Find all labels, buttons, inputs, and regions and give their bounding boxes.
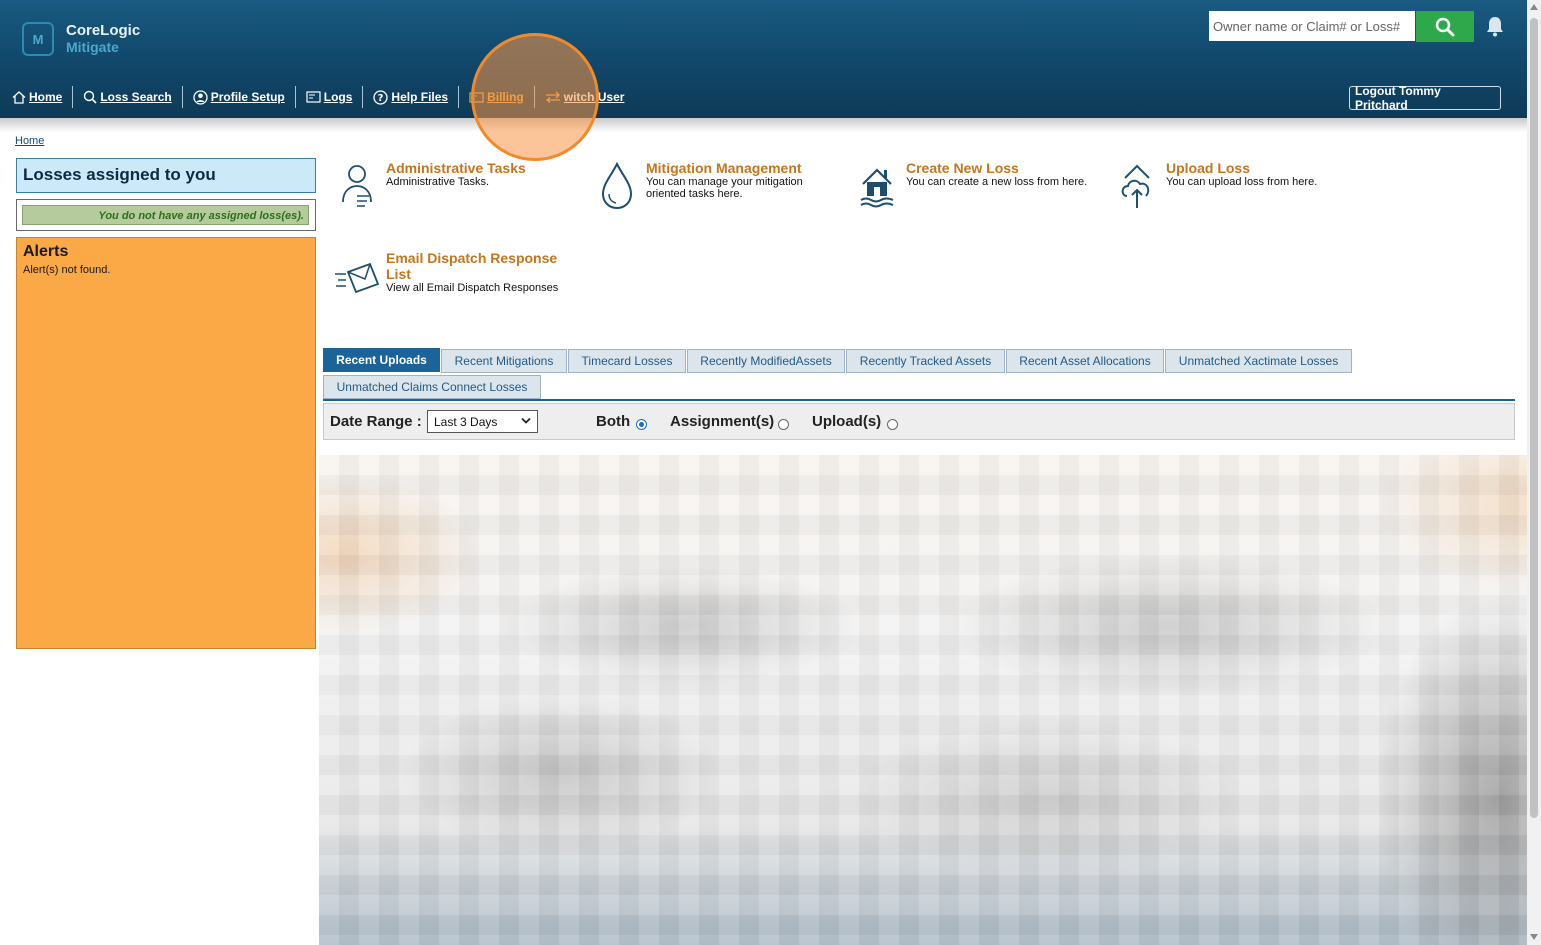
corelogic-logo[interactable]: M CoreLogic Mitigate	[22, 22, 140, 56]
tile-desc: You can manage your mitigation oriented …	[646, 176, 803, 200]
search-icon	[1435, 17, 1455, 36]
alerts-title: Alerts	[23, 243, 69, 260]
bell-icon	[1487, 17, 1503, 37]
blurred-content-area	[319, 455, 1533, 945]
breadcrumb-home[interactable]: Home	[15, 135, 44, 147]
tile-mitigation-management[interactable]: Mitigation Management You can manage you…	[594, 160, 834, 210]
nav-help-files[interactable]: ? Help Files	[363, 86, 458, 108]
tab-unmatched-claims-connect-losses[interactable]: Unmatched Claims Connect Losses	[323, 375, 541, 399]
app-header: M CoreLogic Mitigate Home Loss Search Pr…	[0, 0, 1527, 118]
date-range-label: Date Range :	[330, 413, 422, 430]
scroll-thumb[interactable]	[1530, 18, 1538, 818]
header-shadow	[0, 118, 1527, 132]
scroll-up-icon[interactable]	[1530, 4, 1538, 10]
uploads-label: Upload(s)	[812, 413, 882, 430]
notification-bell-button[interactable]	[1484, 14, 1506, 38]
both-label: Both	[596, 413, 631, 430]
main-nav: Home Loss Search Profile Setup Logs ? He…	[10, 86, 634, 108]
nav-profile-setup[interactable]: Profile Setup	[183, 86, 295, 108]
uploads-radio[interactable]	[887, 419, 898, 430]
billing-icon	[469, 92, 484, 103]
nav-home[interactable]: Home	[10, 86, 72, 108]
tile-desc: Administrative Tasks.	[386, 176, 490, 188]
tile-title[interactable]: Email Dispatch Response List	[386, 250, 571, 282]
home-icon	[12, 90, 26, 104]
no-losses-message: You do not have any assigned loss(es).	[22, 205, 309, 225]
tab-recent-mitigations[interactable]: Recent Mitigations	[441, 349, 567, 373]
search-icon	[84, 90, 97, 104]
admin-person-icon	[342, 165, 372, 207]
switch-icon	[545, 91, 560, 103]
tab-recent-asset-allocations[interactable]: Recent Asset Allocations	[1006, 349, 1164, 373]
date-range-select[interactable]: Last 3 Days	[427, 410, 538, 433]
tab-underline	[323, 399, 1515, 401]
page-scrollbar[interactable]	[1527, 0, 1541, 945]
nav-billing[interactable]: Billing	[459, 86, 534, 108]
search-input[interactable]	[1209, 11, 1415, 41]
tab-timecard-losses[interactable]: Timecard Losses	[568, 349, 686, 373]
help-icon: ?	[373, 89, 389, 105]
tile-create-new-loss[interactable]: Create New Loss You can create a new los…	[854, 160, 1104, 210]
logo-mark-icon: M	[22, 22, 54, 56]
tile-title[interactable]: Create New Loss	[906, 160, 1087, 176]
upload-cloud-house-icon	[1121, 164, 1150, 208]
tab-recent-uploads[interactable]: Recent Uploads	[323, 348, 440, 372]
flooded-house-icon	[860, 168, 894, 208]
log-icon	[306, 91, 321, 103]
nav-logs[interactable]: Logs	[296, 86, 363, 108]
assignments-radio[interactable]	[778, 419, 789, 430]
filter-bar: Date Range : Last 3 Days Both Assignment…	[323, 403, 1515, 440]
alerts-message: Alert(s) not found.	[23, 264, 111, 276]
tile-desc: You can upload loss from here.	[1166, 176, 1318, 188]
nav-loss-search[interactable]: Loss Search	[73, 86, 181, 108]
losses-assigned-title: Losses assigned to you	[16, 158, 316, 193]
tile-email-dispatch[interactable]: Email Dispatch Response List View all Em…	[334, 250, 584, 306]
alerts-panel: Alerts Alert(s) not found.	[16, 237, 316, 649]
tile-title[interactable]: Upload Loss	[1166, 160, 1317, 176]
tab-unmatched-xactimate-losses[interactable]: Unmatched Xactimate Losses	[1165, 349, 1352, 373]
tile-desc: You can create a new loss from here.	[906, 176, 1088, 188]
assignments-label: Assignment(s)	[670, 413, 775, 430]
chevron-down-icon	[521, 417, 531, 424]
nav-switch-user[interactable]: witch User	[535, 86, 635, 108]
scroll-down-icon[interactable]	[1530, 934, 1538, 940]
tile-administrative-tasks[interactable]: Administrative Tasks Administrative Task…	[334, 160, 574, 210]
both-radio[interactable]	[636, 419, 647, 430]
logo-line1: CoreLogic	[66, 22, 141, 39]
tile-upload-loss[interactable]: Upload Loss You can upload loss from her…	[1114, 160, 1364, 210]
tile-title[interactable]: Mitigation Management	[646, 160, 821, 176]
tile-title[interactable]: Administrative Tasks	[386, 160, 526, 176]
water-drop-icon	[601, 161, 633, 210]
email-dispatch-icon	[335, 262, 380, 294]
tile-desc: View all Email Dispatch Responses	[386, 282, 559, 294]
tab-recently-modified-assets[interactable]: Recently ModifiedAssets	[687, 349, 845, 373]
losses-assigned-panel: You do not have any assigned loss(es).	[16, 199, 316, 231]
svg-text:?: ?	[378, 93, 384, 104]
user-icon	[193, 89, 208, 105]
logo-line2: Mitigate	[66, 39, 119, 55]
search-button[interactable]	[1416, 11, 1474, 42]
logout-button[interactable]: Logout Tommy Pritchard	[1349, 84, 1501, 112]
tab-recently-tracked-assets[interactable]: Recently Tracked Assets	[846, 349, 1005, 373]
